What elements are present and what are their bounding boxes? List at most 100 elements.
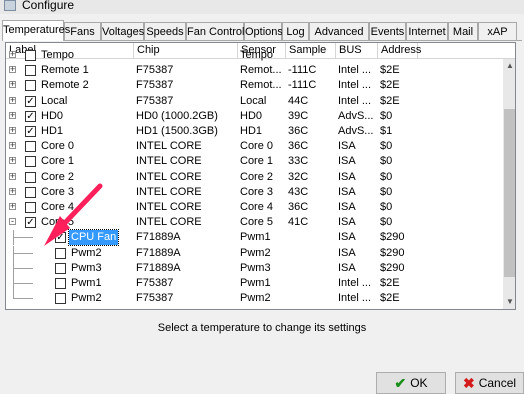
table-row[interactable]: - ✓ Core 5 INTEL CORE Core 5 41C ISA $0 [6,215,503,230]
table-row[interactable]: ✓ CPU Fan F71889A Pwm1 ISA $290 [6,229,503,247]
cell-bus: ISA [338,155,356,168]
row-label: Core 0 [41,140,75,153]
scroll-thumb[interactable] [504,109,515,277]
title-bar: Configure [0,0,524,14]
row-label: HD1 [41,125,64,137]
table-row[interactable]: Pwm2 F75387 Pwm2 Intel ... $2E [6,291,503,306]
table-row[interactable]: + Core 0 INTEL CORE Core 0 36C ISA $0 [6,139,503,154]
row-checkbox[interactable] [55,278,66,289]
expand-icon[interactable]: + [9,80,16,89]
cell-sample: 43C [288,185,309,198]
ok-button[interactable]: ✔ OK [376,372,446,394]
cell-sensor: Tempo [240,49,274,61]
cell-chip: INTEL CORE [136,170,202,183]
table-row[interactable]: + Core 2 INTEL CORE Core 2 32C ISA $0 [6,170,503,185]
table-row[interactable]: + Tempo Tempo [6,48,503,63]
row-checkbox[interactable] [25,202,36,213]
scroll-up-icon[interactable]: ▲ [503,59,515,73]
row-checkbox[interactable] [25,65,36,77]
tab-xap[interactable]: xAP [478,22,517,40]
cell-sensor: Core 3 [240,185,274,198]
cell-bus: ISA [338,231,356,244]
vertical-scrollbar[interactable]: ▲ ▼ [503,59,515,309]
table-row[interactable]: Pwm1 F75387 Pwm1 Intel ... $2E [6,276,503,291]
sensor-list[interactable]: Label Chip Sensor Sample BUS Address + Tempo Te… [5,42,516,310]
tab-advanced[interactable]: Advanced [309,22,369,40]
table-row[interactable]: + Remote 1 F75387 Remot... -111C Intel ... $2E [6,63,503,78]
expand-icon[interactable]: + [9,141,16,150]
row-checkbox[interactable] [55,247,66,259]
cell-sample: 33C [288,155,309,168]
cell-address: $2E [380,277,400,289]
cell-bus: ISA [338,140,356,153]
table-row[interactable]: + Core 3 INTEL CORE Core 3 43C ISA $0 [6,185,503,200]
cell-address: $1 [380,125,393,137]
cell-bus: Intel ... [338,94,372,107]
tab-temperatures[interactable]: Temperatures [2,20,70,41]
tab-mail[interactable]: Mail [448,22,478,40]
cell-bus: ISA [338,201,356,213]
cell-bus: ISA [338,216,356,229]
cell-chip: INTEL CORE [136,185,202,198]
cell-chip: INTEL CORE [136,201,202,213]
cell-address: $0 [380,109,393,122]
row-label: Core 1 [41,155,75,168]
cell-chip [136,48,236,63]
expand-icon[interactable]: + [9,156,16,165]
expand-icon[interactable]: + [9,186,16,195]
expand-icon[interactable]: + [9,50,16,59]
expand-icon[interactable]: + [9,202,16,211]
scroll-down-icon[interactable]: ▼ [503,295,515,309]
row-checkbox[interactable] [25,141,36,153]
expand-icon[interactable]: + [9,65,16,74]
cell-sensor: Pwm2 [240,292,271,305]
cell-address: $0 [380,201,393,213]
row-checkbox[interactable] [25,156,36,168]
row-checkbox[interactable]: ✓ [25,217,36,229]
row-label: Pwm2 [71,246,102,259]
tab-fan-control[interactable]: Fan Control [186,22,244,40]
cell-address: $0 [380,155,393,168]
row-checkbox[interactable] [25,80,36,92]
tab-speeds[interactable]: Speeds [144,22,186,40]
cell-sample: -111C [288,79,317,92]
table-row[interactable]: Pwm3 F71889A Pwm3 ISA $290 [6,260,503,276]
check-icon: ✔ [394,375,407,391]
collapse-icon[interactable]: - [9,217,16,226]
tab-events[interactable]: Events [369,22,406,40]
tab-log[interactable]: Log [282,22,309,40]
cell-sensor: HD0 [240,109,263,122]
row-checkbox[interactable]: ✓ [25,95,36,107]
row-checkbox[interactable] [55,293,66,305]
row-checkbox[interactable] [25,186,36,198]
expand-icon[interactable]: + [9,171,16,180]
row-checkbox[interactable] [25,171,36,183]
table-row[interactable]: Pwm2 F71889A Pwm2 ISA $290 [6,245,503,261]
row-checkbox[interactable]: ✓ [25,110,36,122]
table-row[interactable]: + ✓ Local F75387 Local 44C Intel ... $2E [6,94,503,109]
tab-options[interactable]: Options [244,22,283,40]
row-label: Pwm2 [71,292,102,305]
tree-line [13,252,33,254]
row-checkbox[interactable]: ✓ [25,126,36,137]
row-label: Tempo [41,49,75,61]
tree-line [13,283,33,284]
cell-bus: ISA [338,246,356,259]
table-row[interactable]: + Remote 2 F75387 Remot... -111C Intel ... $2E [6,78,503,93]
expand-icon[interactable]: + [9,110,16,119]
row-label: HD0 [41,109,64,122]
row-checkbox[interactable]: ✓ [55,232,66,244]
expand-icon[interactable]: + [9,126,16,135]
cell-sensor: Core 2 [240,170,274,183]
cancel-button[interactable]: ✖ Cancel [455,372,524,394]
row-checkbox[interactable] [25,50,36,61]
tab-internet[interactable]: Internet [406,22,448,40]
table-row[interactable]: + ✓ HD1 HD1 (1500.3GB) HD1 36C AdvS... $1 [6,124,503,139]
expand-icon[interactable]: + [9,95,16,104]
cell-bus: Intel ... [338,277,372,289]
table-row[interactable]: + ✓ HD0 HD0 (1000.2GB) HD0 39C AdvS... $0 [6,109,503,124]
table-row[interactable]: + Core 4 INTEL CORE Core 4 36C ISA $0 [6,200,503,215]
table-row[interactable]: + Core 1 INTEL CORE Core 1 33C ISA $0 [6,154,503,169]
tab-voltages[interactable]: Voltages [101,22,144,40]
row-checkbox[interactable] [55,262,66,274]
